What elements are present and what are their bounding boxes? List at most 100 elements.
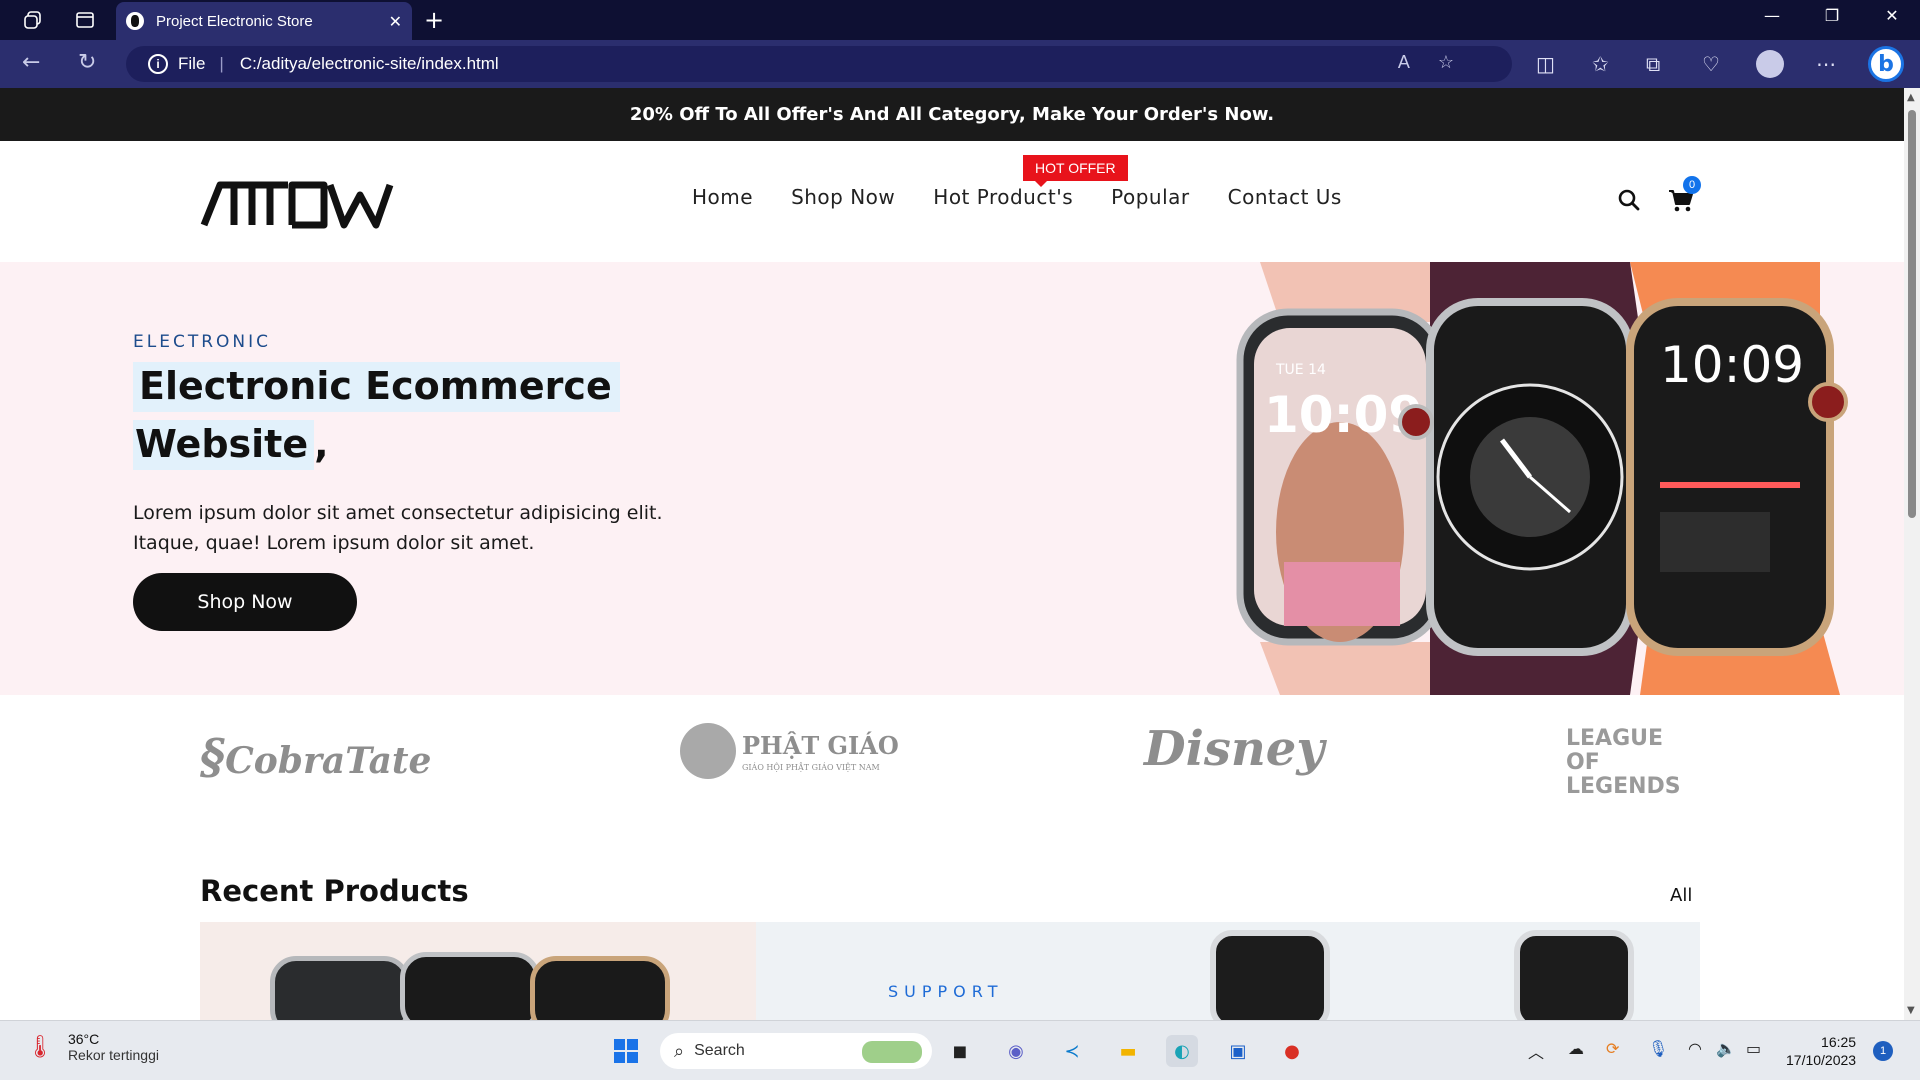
scrollbar-thumb[interactable] [1908,110,1916,518]
product-card-watch-current[interactable] [1514,930,1634,1020]
brand-logo-disney[interactable]: Disney [1144,721,1324,777]
profile-avatar[interactable] [1756,50,1784,78]
brand-logo-league-of-legends[interactable]: LEAGUE OF LEGENDS [1566,727,1696,799]
brand-logo-cobratate[interactable]: §CobraTate [200,729,431,785]
weather-temperature: 36°C [67,1031,100,1047]
refresh-icon[interactable]: ↻ [78,50,96,75]
battery-icon[interactable]: ▭ [1746,1039,1761,1058]
nav-home[interactable]: Home [692,185,753,209]
windows-taskbar: 🌡 36°C Rekor tertinggi ⌕ Search ◼ ◉ ≺ ▬ … [0,1020,1920,1080]
microsoft-store-icon[interactable]: ▣ [1222,1035,1254,1067]
taskbar-search-placeholder: Search [694,1042,745,1059]
chrome-icon[interactable]: ● [1276,1035,1308,1067]
browser-titlebar: Project Electronic Store ✕ + — ❐ ✕ [0,0,1920,40]
back-icon[interactable]: ← [22,50,40,75]
watch1-time: 10:09 [1264,386,1423,444]
watch-thumb-3 [530,956,670,1020]
nav-contact[interactable]: Contact Us [1228,185,1342,209]
notification-badge[interactable]: 1 [1873,1041,1893,1061]
file-explorer-icon[interactable]: ▬ [1112,1035,1144,1067]
web-page: 20% Off To All Offer's And All Category,… [0,88,1904,1020]
promo-banner: 20% Off To All Offer's And All Category,… [0,88,1904,141]
recent-products-strip: SUPPORT [200,922,1700,1020]
show-hidden-icons-icon[interactable]: ︿ [1528,1039,1544,1063]
read-aloud-favorite-icons[interactable]: A☆ [1398,52,1482,73]
onedrive-icon[interactable]: ☁ [1568,1039,1584,1058]
workspaces-icon[interactable] [20,8,46,32]
main-nav: Home Shop Now Hot Product's Popular Cont… [692,185,1380,209]
smartwatch-hero-image: TUE 14 10:09 10:09 [1236,262,1848,695]
lotus-emblem-icon [680,723,736,779]
split-screen-icon[interactable]: ◫ [1536,52,1555,76]
clock-date: 17/10/2023 [1786,1052,1857,1068]
search-icon[interactable] [1618,189,1640,211]
hero-section: ELECTRONIC Electronic Ecommerce Website,… [0,262,1904,695]
product-card-watch-bundle[interactable] [200,922,756,1020]
clock-time: 16:25 [1821,1034,1857,1050]
scroll-down-arrow-icon[interactable]: ▼ [1907,1005,1915,1016]
url-text: C:/aditya/electronic-site/index.html [239,54,499,73]
tab-actions-icon[interactable] [72,8,98,32]
favorites-icon[interactable]: ✩ [1592,52,1609,76]
watch-thumb-2 [400,952,540,1020]
thermometer-icon: 🌡 [26,1034,54,1060]
product-card-watch-workout[interactable] [1210,930,1330,1020]
nav-popular[interactable]: Popular [1111,185,1190,209]
hero-shop-now-button[interactable]: Shop Now [133,573,357,631]
new-tab-icon[interactable]: + [424,6,444,34]
collections-icon[interactable]: ⧉ [1646,52,1660,76]
site-header: Home Shop Now Hot Product's Popular Cont… [0,141,1904,249]
support-label: SUPPORT [888,982,1004,1001]
hero-title-line2: Website, [133,420,329,470]
scroll-up-arrow-icon[interactable]: ▲ [1907,92,1915,103]
url-separator: | [219,54,224,73]
nav-hot-products[interactable]: Hot Product's [933,185,1073,209]
browser-essentials-icon[interactable]: ♡ [1702,52,1720,76]
hero-description: Lorem ipsum dolor sit amet consectetur a… [133,502,663,554]
browser-toolbar: ← ↻ i File | C:/aditya/electronic-site/i… [0,40,1920,88]
wifi-icon[interactable]: ◠ [1688,1039,1702,1058]
snake-icon: § [200,729,226,785]
hero-title-highlight: Website [133,420,315,470]
vscode-icon[interactable]: ≺ [1056,1035,1088,1067]
watch3-time: 10:09 [1660,336,1804,394]
tab-favicon-icon [126,12,144,30]
search-highlight-image [862,1041,922,1063]
weather-widget[interactable]: 🌡 36°C Rekor tertinggi [26,1031,159,1063]
url-scheme: File [178,54,206,73]
search-icon: ⌕ [674,1040,685,1061]
volume-icon[interactable]: 🔈 [1716,1039,1736,1058]
more-options-icon[interactable]: ⋯ [1816,52,1836,76]
hot-offer-badge: HOT OFFER [1023,155,1128,187]
task-view-icon[interactable]: ◼ [944,1035,976,1067]
arrow-logo[interactable] [200,179,424,229]
close-window-icon[interactable]: ✕ [1872,6,1912,25]
hero-eyebrow: ELECTRONIC [133,332,272,352]
brand-logos-row: §CobraTate PHẬT GIÁO GIÁO HỘI PHẬT GIÁO … [0,695,1904,825]
info-icon[interactable]: i [148,54,168,74]
microphone-icon[interactable]: 🎙 [1648,1039,1668,1058]
watch1-date: TUE 14 [1275,362,1326,378]
tab-close-icon[interactable]: ✕ [389,12,402,31]
edge-browser-icon[interactable]: ◐ [1166,1035,1198,1067]
nav-shop-now[interactable]: Shop Now [791,185,895,209]
watch-thumb-1 [270,956,410,1020]
address-bar[interactable]: i File | C:/aditya/electronic-site/index… [126,46,1512,82]
taskbar-search[interactable]: ⌕ Search [660,1033,932,1069]
recent-products-heading: Recent Products [200,874,469,908]
recent-products-all-link[interactable]: All [1670,885,1692,906]
hero-title-suffix: , [314,422,329,466]
taskbar-clock[interactable]: 16:25 17/10/2023 [1786,1033,1856,1069]
tab-title: Project Electronic Store [156,12,313,30]
cart-count-badge: 0 [1683,176,1701,194]
browser-tab-active[interactable]: Project Electronic Store ✕ [116,2,412,40]
minimize-icon[interactable]: — [1752,6,1792,25]
windows-start-icon[interactable] [610,1035,642,1067]
restore-icon[interactable]: ❐ [1812,6,1852,25]
hero-title-line1: Electronic Ecommerce [133,362,620,412]
page-scrollbar[interactable]: ▲ ▼ [1904,88,1920,1020]
weather-description: Rekor tertinggi [67,1047,159,1063]
sync-icon[interactable]: ⟳ [1606,1039,1619,1058]
teams-chat-icon[interactable]: ◉ [1000,1035,1032,1067]
bing-copilot-icon[interactable]: b [1868,46,1904,82]
